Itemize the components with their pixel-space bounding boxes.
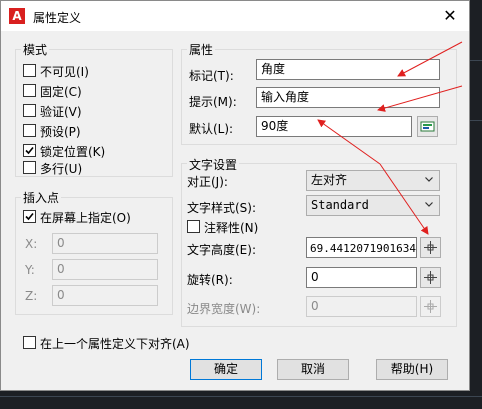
x-label: X: (25, 237, 38, 251)
text-style-value: Standard (311, 198, 369, 212)
chevron-down-icon (425, 177, 433, 182)
multiline-checkbox[interactable] (23, 161, 36, 174)
lock-position-checkbox[interactable] (23, 144, 36, 157)
insert-field-icon (420, 121, 435, 132)
background-line (470, 120, 482, 121)
z-label: Z: (25, 289, 38, 303)
annotative-label: 注释性(N) (204, 221, 259, 235)
lock-position-label: 锁定位置(K) (40, 145, 106, 159)
prompt-field[interactable]: 输入角度 (256, 87, 440, 108)
pick-boundary-width-button[interactable] (420, 296, 441, 317)
y-label: Y: (25, 263, 35, 277)
invisible-checkbox[interactable] (23, 64, 36, 77)
verify-label: 验证(V) (40, 105, 82, 119)
specify-on-screen-label: 在屏幕上指定(O) (40, 211, 131, 225)
attribute-definition-dialog: A 属性定义 ✕ 模式 不可见(I) 固定(C) 验证(V) 预设(P) 锁定位… (0, 0, 470, 391)
pick-rotation-button[interactable] (420, 267, 441, 288)
preset-label: 预设(P) (40, 125, 81, 139)
insertion-point-group-label: 插入点 (21, 189, 62, 206)
text-height-field[interactable]: 69.44120719016345 (306, 237, 417, 258)
title-bar: A 属性定义 ✕ (1, 1, 469, 31)
y-field[interactable]: 0 (52, 259, 158, 280)
align-below-label: 在上一个属性定义下对齐(A) (40, 337, 190, 351)
chevron-down-icon (425, 202, 433, 207)
prompt-label: 提示(M): (189, 95, 237, 109)
constant-label: 固定(C) (40, 85, 82, 99)
background-line (0, 396, 482, 397)
ok-button[interactable]: 确定 (190, 359, 262, 380)
constant-checkbox[interactable] (23, 84, 36, 97)
preset-checkbox[interactable] (23, 124, 36, 137)
text-style-select[interactable]: Standard (306, 195, 440, 216)
rotation-label: 旋转(R): (187, 273, 233, 287)
window-title: 属性定义 (33, 11, 82, 25)
tag-field[interactable]: 角度 (256, 59, 440, 80)
crosshair-icon (424, 241, 437, 254)
x-field[interactable]: 0 (52, 233, 158, 254)
justification-select[interactable]: 左对齐 (306, 170, 440, 191)
checkmark-icon (25, 212, 34, 221)
align-below-checkbox[interactable] (23, 336, 36, 349)
text-style-label: 文字样式(S): (187, 201, 257, 215)
help-button[interactable]: 帮助(H) (376, 359, 448, 380)
crosshair-icon (424, 271, 437, 284)
z-field[interactable]: 0 (52, 285, 158, 306)
pick-height-button[interactable] (420, 237, 441, 258)
close-icon[interactable]: ✕ (439, 5, 461, 27)
cancel-button[interactable]: 取消 (277, 359, 349, 380)
crosshair-icon (424, 300, 437, 313)
annotative-checkbox[interactable] (187, 220, 200, 233)
background-line (470, 60, 482, 61)
justification-value: 左对齐 (311, 173, 348, 187)
multiline-label: 多行(U) (40, 162, 83, 176)
default-field[interactable]: 90度 (256, 116, 412, 137)
autocad-app-icon: A (9, 8, 25, 24)
boundary-width-field[interactable]: 0 (306, 296, 417, 317)
mode-group-label: 模式 (21, 41, 50, 58)
attribute-group-label: 属性 (187, 41, 216, 58)
invisible-label: 不可见(I) (40, 65, 89, 79)
default-label: 默认(L): (189, 122, 234, 136)
verify-checkbox[interactable] (23, 104, 36, 117)
specify-on-screen-checkbox[interactable] (23, 210, 36, 223)
rotation-field[interactable]: 0 (306, 267, 417, 288)
text-settings-group-label: 文字设置 (187, 156, 240, 173)
tag-label: 标记(T): (189, 69, 234, 83)
insert-field-button[interactable] (417, 116, 438, 137)
checkmark-icon (25, 146, 34, 155)
boundary-width-label: 边界宽度(W): (187, 302, 261, 316)
justification-label: 对正(J): (187, 175, 228, 189)
text-height-label: 文字高度(E): (187, 243, 256, 257)
